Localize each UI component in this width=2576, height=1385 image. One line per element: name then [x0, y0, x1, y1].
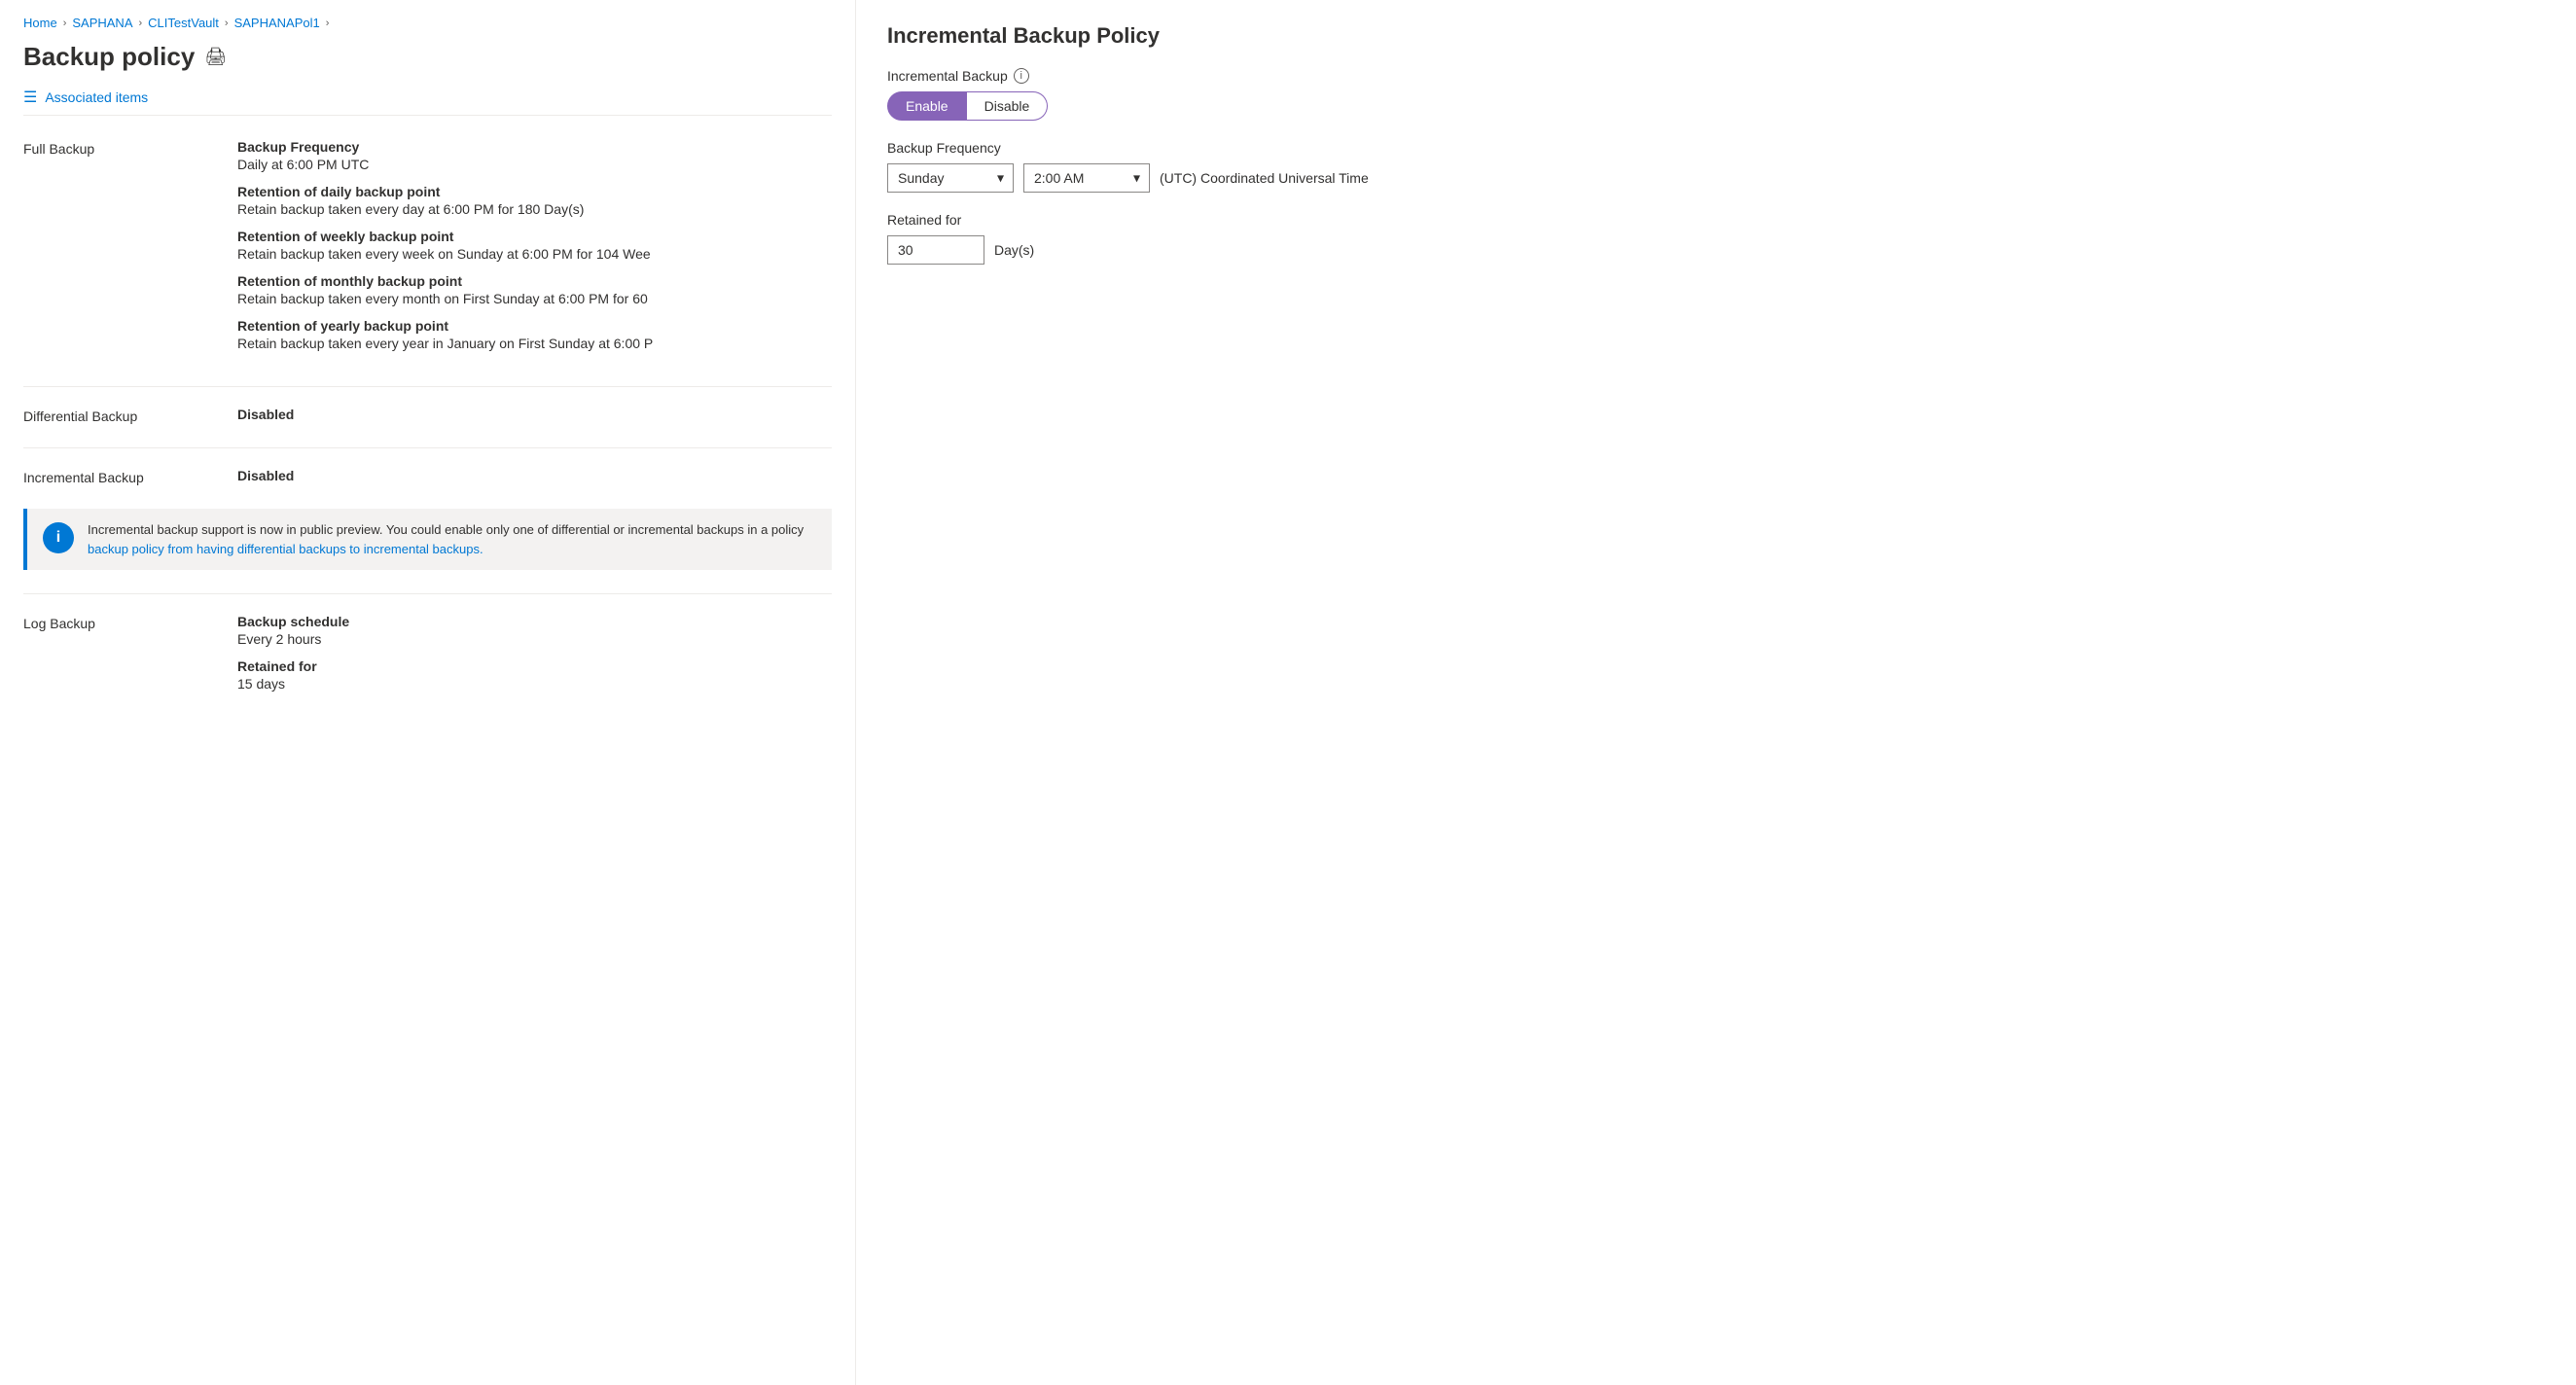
log-schedule-group: Backup schedule Every 2 hours [237, 614, 832, 647]
tab-row: ☰ Associated items [23, 88, 832, 116]
backup-frequency-value: Daily at 6:00 PM UTC [237, 157, 832, 172]
retained-days-input[interactable] [887, 235, 984, 265]
differential-backup-section: Differential Backup Disabled [23, 407, 832, 424]
disable-toggle-button[interactable]: Disable [967, 91, 1049, 121]
backup-frequency-group: Backup Frequency Daily at 6:00 PM UTC [237, 139, 832, 172]
breadcrumb-policy[interactable]: SAPHANAPol1 [234, 16, 320, 30]
info-banner-main-text: Incremental backup support is now in pub… [88, 522, 804, 537]
breadcrumb-saphana[interactable]: SAPHANA [72, 16, 132, 30]
divider-1 [23, 386, 832, 387]
retained-for-label-row: Retained for [887, 212, 2545, 228]
retained-for-label: Retained for [887, 212, 961, 228]
backup-frequency-label: Backup Frequency [887, 140, 1001, 156]
monthly-retention-value: Retain backup taken every month on First… [237, 291, 832, 306]
incremental-toggle-label-text: Incremental Backup [887, 68, 1008, 84]
log-backup-content: Backup schedule Every 2 hours Retained f… [237, 614, 832, 703]
incremental-status: Disabled [237, 468, 832, 483]
yearly-retention-group: Retention of yearly backup point Retain … [237, 318, 832, 351]
backup-frequency-label-text: Backup Frequency [887, 140, 2545, 156]
panel-title: Incremental Backup Policy [887, 23, 2545, 49]
weekly-retention-title: Retention of weekly backup point [237, 229, 832, 244]
time-select[interactable]: 12:00 AM 1:00 AM 2:00 AM 3:00 AM 4:00 AM… [1023, 163, 1150, 193]
right-panel: Incremental Backup Policy Incremental Ba… [856, 0, 2576, 1385]
incremental-backup-section: Incremental Backup Disabled [23, 468, 832, 485]
differential-status: Disabled [237, 407, 832, 422]
differential-backup-label: Differential Backup [23, 407, 237, 424]
log-schedule-value: Every 2 hours [237, 631, 832, 647]
incremental-info-icon[interactable]: i [1014, 68, 1029, 84]
log-retention-value: 15 days [237, 676, 832, 692]
day-select-wrapper: Sunday Monday Tuesday Wednesday Thursday… [887, 163, 1014, 193]
log-retention-group: Retained for 15 days [237, 658, 832, 692]
frequency-dropdown-row: Sunday Monday Tuesday Wednesday Thursday… [887, 163, 2545, 193]
yearly-retention-title: Retention of yearly backup point [237, 318, 832, 334]
timezone-label: (UTC) Coordinated Universal Time [1160, 170, 1369, 186]
full-backup-label: Full Backup [23, 139, 237, 363]
page-title-row: Backup policy 🖨 [23, 42, 832, 72]
monthly-retention-title: Retention of monthly backup point [237, 273, 832, 289]
monthly-retention-group: Retention of monthly backup point Retain… [237, 273, 832, 306]
page-title: Backup policy [23, 42, 195, 72]
info-banner: i Incremental backup support is now in p… [23, 509, 832, 570]
weekly-retention-group: Retention of weekly backup point Retain … [237, 229, 832, 262]
breadcrumb: Home › SAPHANA › CLITestVault › SAPHANAP… [23, 16, 832, 30]
backup-frequency-row: Backup Frequency Sunday Monday Tuesday W… [887, 140, 2545, 193]
enable-toggle-button[interactable]: Enable [887, 91, 967, 121]
log-retention-title: Retained for [237, 658, 832, 674]
info-banner-link[interactable]: backup policy from having differential b… [88, 542, 483, 556]
day-select[interactable]: Sunday Monday Tuesday Wednesday Thursday… [887, 163, 1014, 193]
incremental-backup-label: Incremental Backup [23, 468, 237, 485]
divider-2 [23, 447, 832, 448]
full-backup-section: Full Backup Backup Frequency Daily at 6:… [23, 139, 832, 363]
weekly-retention-value: Retain backup taken every week on Sunday… [237, 246, 832, 262]
daily-retention-title: Retention of daily backup point [237, 184, 832, 199]
daily-retention-group: Retention of daily backup point Retain b… [237, 184, 832, 217]
time-select-wrapper: 12:00 AM 1:00 AM 2:00 AM 3:00 AM 4:00 AM… [1023, 163, 1150, 193]
toggle-group: Enable Disable [887, 91, 2545, 121]
backup-frequency-title: Backup Frequency [237, 139, 832, 155]
breadcrumb-home[interactable]: Home [23, 16, 57, 30]
yearly-retention-value: Retain backup taken every year in Januar… [237, 336, 832, 351]
incremental-toggle-label-row: Incremental Backup i [887, 68, 2545, 84]
retained-for-input-row: Day(s) [887, 235, 2545, 265]
tab-associated-items[interactable]: Associated items [45, 89, 148, 105]
divider-3 [23, 593, 832, 594]
log-backup-label: Log Backup [23, 614, 237, 703]
breadcrumb-clitestvault[interactable]: CLITestVault [148, 16, 219, 30]
info-banner-text: Incremental backup support is now in pub… [88, 520, 804, 558]
print-icon[interactable]: 🖨 [204, 47, 227, 67]
days-label: Day(s) [994, 242, 1034, 258]
incremental-toggle-row: Incremental Backup i Enable Disable [887, 68, 2545, 121]
log-schedule-title: Backup schedule [237, 614, 832, 629]
retained-for-row: Retained for Day(s) [887, 212, 2545, 265]
incremental-backup-content: Disabled [237, 468, 832, 485]
log-backup-section: Log Backup Backup schedule Every 2 hours… [23, 614, 832, 703]
full-backup-content: Backup Frequency Daily at 6:00 PM UTC Re… [237, 139, 832, 363]
info-circle-icon: i [43, 522, 74, 553]
left-panel: Home › SAPHANA › CLITestVault › SAPHANAP… [0, 0, 856, 1385]
differential-backup-content: Disabled [237, 407, 832, 424]
list-icon: ☰ [23, 88, 37, 107]
daily-retention-value: Retain backup taken every day at 6:00 PM… [237, 201, 832, 217]
